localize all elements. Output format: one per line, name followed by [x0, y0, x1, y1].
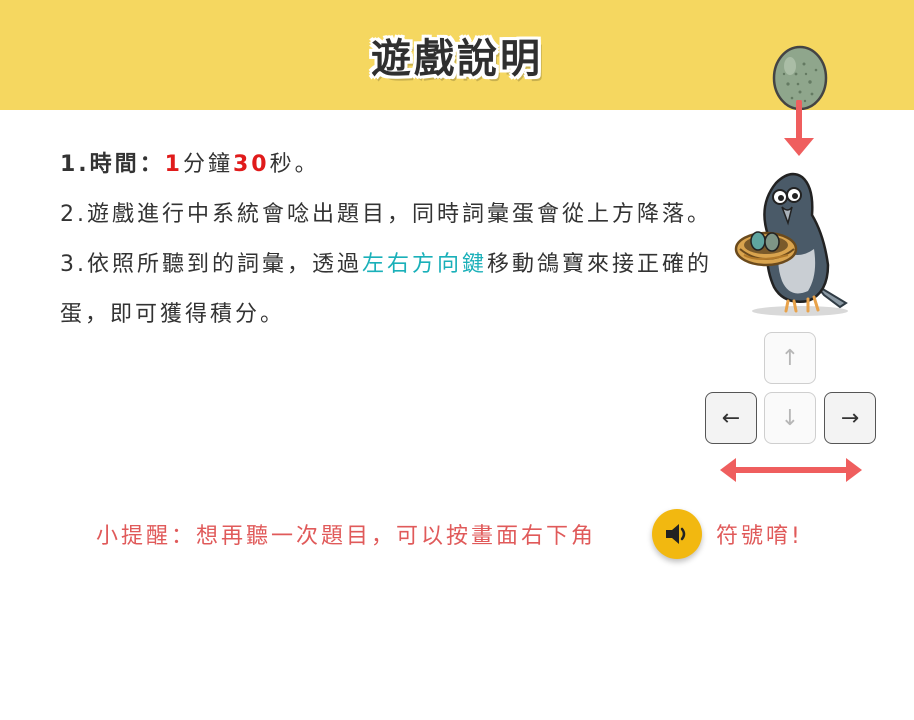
- controls-prefix: 3.依照所聽到的詞彙，透過: [60, 252, 362, 277]
- down-key[interactable]: ↓: [764, 392, 816, 444]
- instruction-gameplay: 2.遊戲進行中系統會唸出題目，同時詞彙蛋會從上方降落。: [60, 202, 712, 227]
- right-arrow-icon: →: [840, 405, 860, 431]
- controls-highlight: 左右方向鍵: [362, 252, 488, 277]
- left-arrow-icon: ←: [721, 405, 741, 431]
- tip-text: 小提醒：想再聽一次題目，可以按畫面右下角: [96, 524, 597, 549]
- speaker-icon: [666, 524, 686, 544]
- instruction-controls: 3.依照所聽到的詞彙，透過左右方向鍵移動鴿寶來接正確的蛋，即可獲得積分。: [60, 240, 720, 340]
- right-key[interactable]: →: [824, 392, 876, 444]
- speaker-button[interactable]: [652, 509, 702, 559]
- up-arrow-icon: ↑: [780, 345, 800, 371]
- time-sec-unit: 秒。: [269, 152, 320, 177]
- left-key[interactable]: ←: [705, 392, 757, 444]
- time-seconds: 30: [233, 152, 270, 177]
- up-key[interactable]: ↑: [764, 332, 816, 384]
- tip-text-end: 符號唷!: [716, 524, 803, 549]
- pigeon-mascot: [734, 172, 848, 316]
- left-right-arrow-icon: [720, 458, 862, 482]
- down-arrow-icon: [784, 100, 814, 156]
- time-prefix: 1.時間：: [60, 152, 165, 177]
- instruction-time: 1.時間：1分鐘30秒。: [60, 140, 720, 190]
- instructions: 1.時間：1分鐘30秒。 2.遊戲進行中系統會唸出題目，同時詞彙蛋會從上方降落。…: [60, 140, 720, 340]
- time-min-unit: 分鐘: [182, 152, 233, 177]
- down-arrow-key-icon: ↓: [780, 405, 800, 431]
- time-minutes: 1: [164, 152, 183, 177]
